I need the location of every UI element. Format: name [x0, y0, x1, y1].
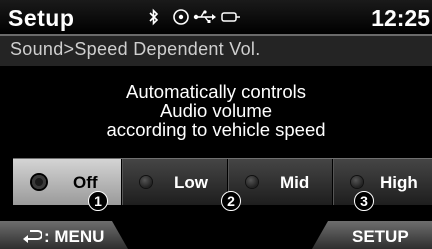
radio-icon — [140, 176, 152, 188]
description-line: Automatically controls — [126, 81, 306, 102]
menu-label: : MENU — [44, 227, 105, 246]
option-label: High — [380, 173, 418, 192]
clock: 12:25 — [371, 5, 430, 31]
feature-description: Automatically controls Audio volume acco… — [0, 82, 432, 139]
callout-marker: 2 — [221, 191, 241, 211]
option-high[interactable]: High — [333, 159, 432, 205]
option-mid[interactable]: Mid — [228, 159, 332, 205]
status-bar: Setup 12:25 — [0, 0, 432, 36]
bluetooth-icon — [148, 8, 160, 31]
option-label: Low — [174, 173, 208, 192]
radio-selected-icon — [32, 175, 46, 189]
setup-label: SETUP — [352, 227, 409, 246]
disc-icon — [172, 8, 190, 31]
back-arrow-icon — [22, 228, 43, 248]
menu-softkey[interactable]: : MENU — [0, 221, 128, 249]
option-low[interactable]: Low — [122, 159, 227, 205]
description-line: according to vehicle speed — [106, 119, 326, 140]
radio-icon — [351, 176, 363, 188]
breadcrumb-bar: Sound>Speed Dependent Vol. — [0, 36, 432, 66]
setup-softkey[interactable]: SETUP — [312, 221, 432, 249]
callout-marker: 3 — [354, 191, 374, 211]
callout-marker: 1 — [88, 191, 108, 211]
breadcrumb: Sound>Speed Dependent Vol. — [10, 39, 261, 59]
option-label: Off — [73, 173, 98, 192]
aux-icon — [221, 8, 241, 31]
option-label: Mid — [280, 173, 310, 192]
usb-icon — [193, 8, 217, 31]
description-line: Audio volume — [159, 100, 273, 121]
radio-icon — [246, 176, 258, 188]
screen-title: Setup — [8, 5, 75, 31]
